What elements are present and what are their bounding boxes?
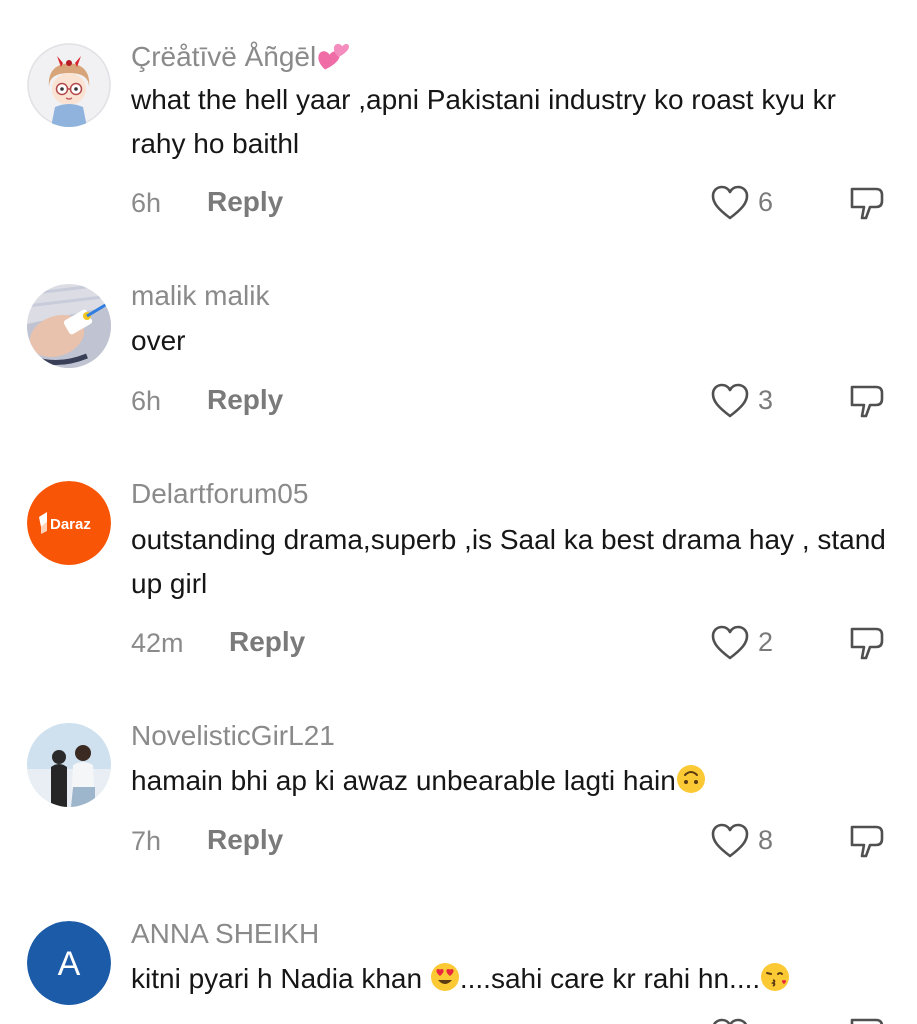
svg-text:A: A — [58, 945, 81, 983]
dislike-button[interactable] — [848, 1016, 888, 1024]
heart-icon — [711, 823, 749, 858]
dislike-button[interactable] — [848, 383, 888, 423]
comment-time: 6h — [131, 386, 162, 416]
comment-text: what the hell yaar ,apni Pakistani indus… — [131, 84, 837, 159]
dislike-button[interactable] — [848, 823, 888, 863]
reply-button[interactable]: Reply — [229, 625, 305, 659]
heart-eyes-face-icon — [430, 963, 459, 991]
daraz-logo-icon: Daraz — [27, 481, 111, 565]
like-button[interactable]: 8 — [711, 821, 791, 861]
dislike-button[interactable] — [848, 625, 888, 665]
like-count: 3 — [758, 385, 774, 415]
heart-icon — [711, 625, 749, 660]
letter-avatar-icon: A — [27, 921, 111, 1005]
reply-button[interactable]: Reply — [207, 383, 283, 417]
comment-text: kitni pyari h Nadia khan ....sahi care k… — [131, 957, 891, 1001]
username[interactable]: Delartforum05 — [131, 477, 308, 511]
comment-time: 7h — [131, 826, 162, 856]
thumbs-down-icon — [850, 187, 884, 220]
svg-text:Daraz: Daraz — [50, 516, 91, 533]
like-button[interactable]: 2 — [711, 623, 791, 663]
avatar[interactable] — [27, 43, 111, 127]
comment-time: 6h — [131, 188, 162, 218]
username[interactable]: NovelisticGirL21 — [131, 719, 335, 753]
comment-text: outstanding drama,superb ,is Saal ka bes… — [131, 524, 886, 599]
heart-icon — [711, 383, 749, 418]
cartoon-girl-icon — [27, 43, 111, 127]
username[interactable]: Çrëåtīvë Åñgēl — [131, 40, 350, 74]
reply-button[interactable]: Reply — [207, 823, 283, 857]
like-count: 6 — [758, 187, 774, 217]
thumbs-down-icon — [850, 385, 884, 418]
dislike-button[interactable] — [848, 185, 888, 225]
hand-photo-icon — [27, 284, 111, 368]
avatar[interactable]: Daraz — [27, 481, 111, 565]
thumbs-down-icon — [850, 1018, 884, 1024]
avatar[interactable] — [27, 723, 111, 807]
comment-text: hamain bhi ap ki awaz unbearable lagti h… — [131, 759, 891, 803]
avatar[interactable] — [27, 284, 111, 368]
two-hearts-icon — [318, 43, 350, 70]
username[interactable]: ANNA SHEIKH — [131, 917, 319, 951]
like-button[interactable]: 3 — [711, 381, 791, 421]
kissing-face-icon — [761, 963, 790, 991]
like-button[interactable]: 6 — [711, 183, 791, 223]
like-button[interactable] — [711, 1016, 791, 1024]
comment-time: 42m — [131, 628, 184, 658]
thumbs-down-icon — [850, 627, 884, 660]
reply-button[interactable]: Reply — [207, 185, 283, 219]
comments-list: Çrëåtīvë Åñgēl what the hell yaar ,apni … — [0, 0, 917, 1024]
like-count: 2 — [758, 627, 774, 657]
upside-down-face-icon — [676, 765, 705, 793]
avatar[interactable]: A — [27, 921, 111, 1005]
like-count: 8 — [758, 825, 774, 855]
thumbs-down-icon — [850, 825, 884, 858]
heart-icon — [711, 185, 749, 220]
couple-photo-icon — [27, 723, 111, 807]
username[interactable]: malik malik — [131, 279, 269, 313]
comment-text: over — [131, 325, 186, 356]
heart-icon — [712, 1018, 748, 1024]
